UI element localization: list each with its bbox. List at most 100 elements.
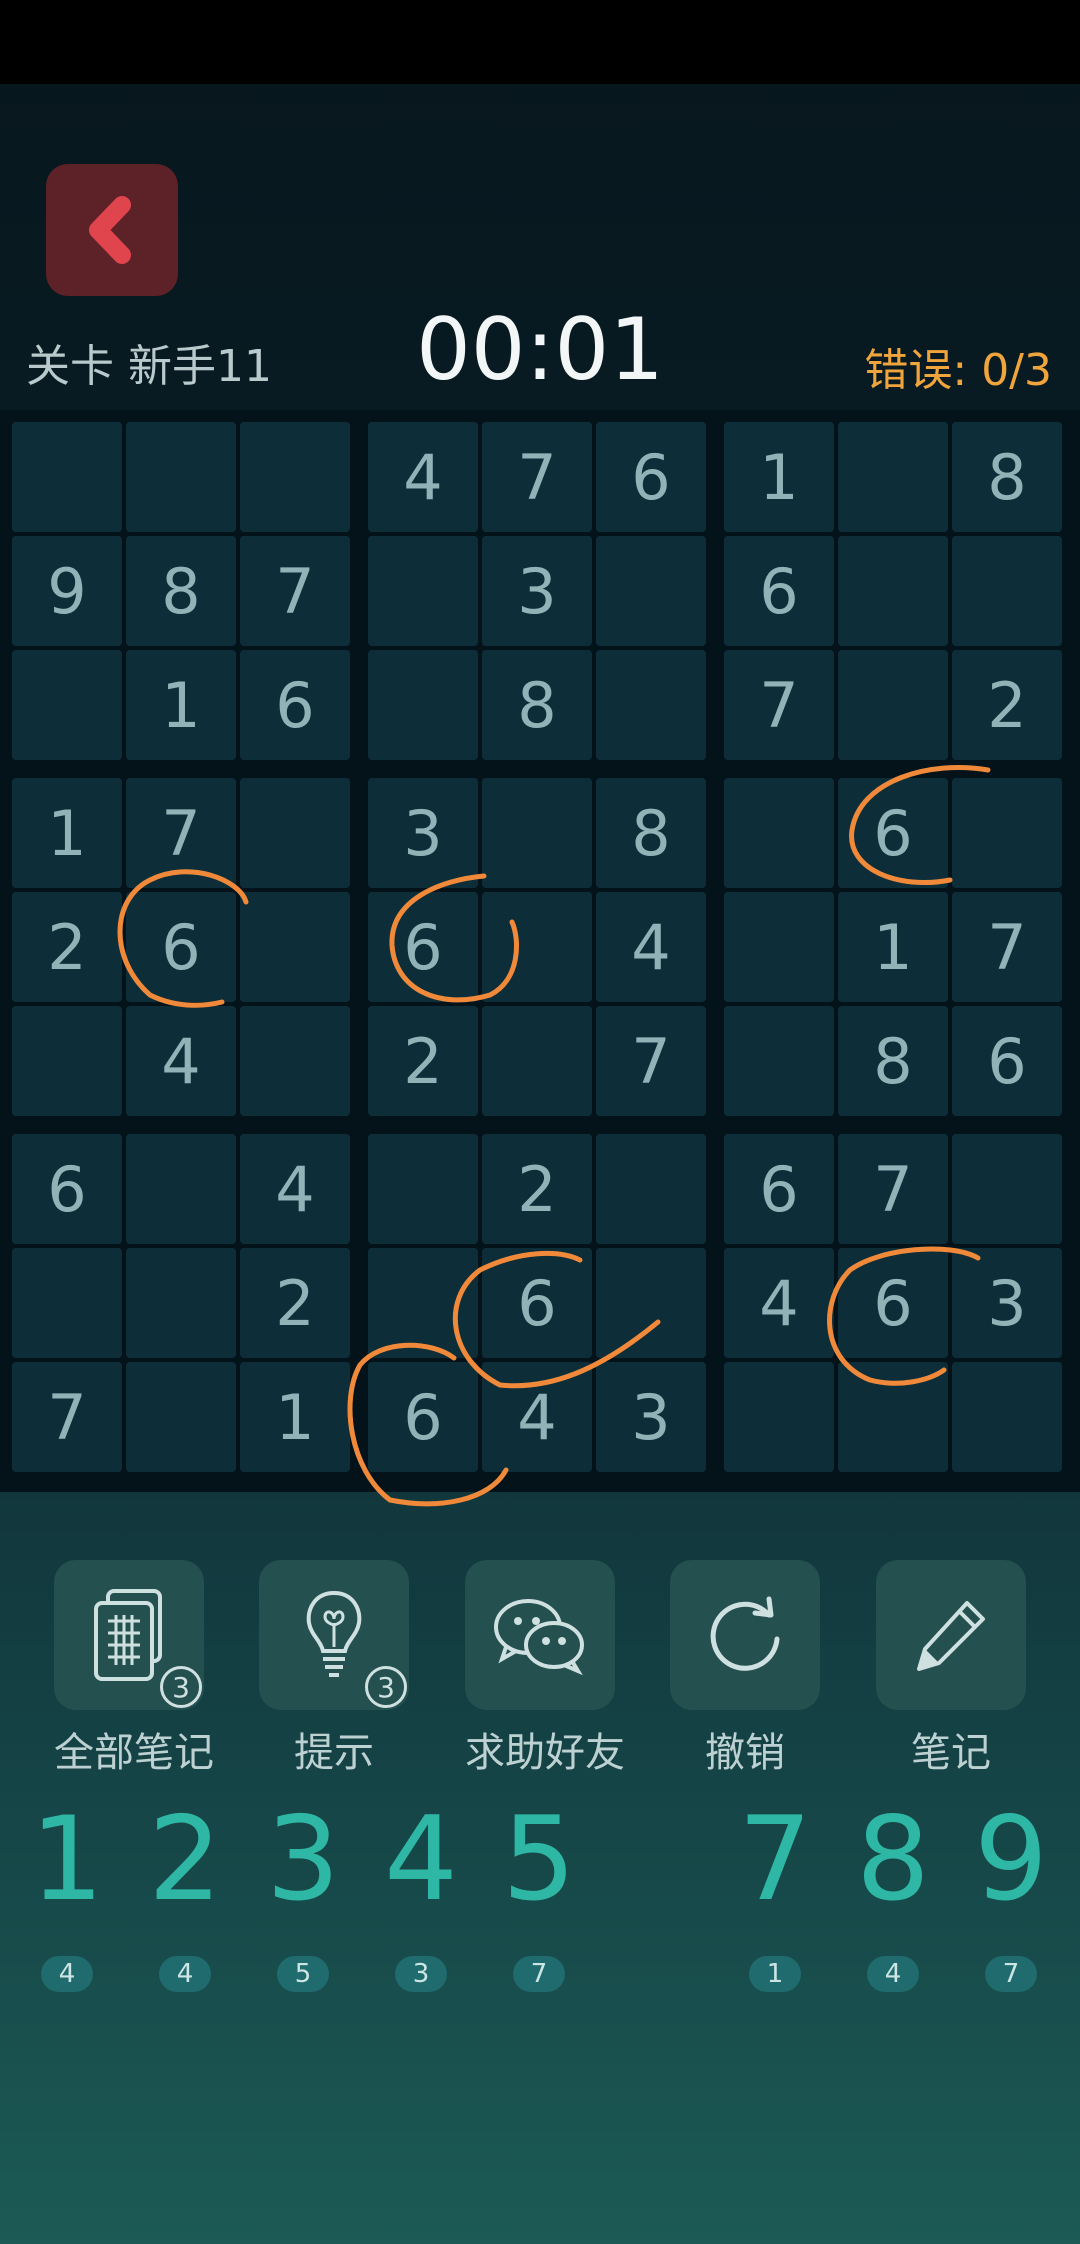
ask-friend-button[interactable]: 求助好友 [465,1560,625,1778]
board-cell-r3c1[interactable] [12,650,122,760]
board-cell-r5c5[interactable] [482,892,592,1002]
board-cell-r2c1[interactable]: 9 [12,536,122,646]
board-cell-r4c9[interactable] [952,778,1062,888]
board-cell-r8c5[interactable]: 6 [482,1248,592,1358]
number-key-9[interactable]: 9 7 [956,1800,1066,1992]
board-cell-r3c6[interactable] [596,650,706,760]
number-key-2[interactable]: 2 4 [130,1800,240,1992]
undo-button[interactable]: 撤销 [670,1560,820,1778]
board-cell-r1c8[interactable] [838,422,948,532]
board-cell-r7c1[interactable]: 6 [12,1134,122,1244]
board-cell-r9c6[interactable]: 3 [596,1362,706,1472]
board-cell-r6c9[interactable]: 6 [952,1006,1062,1116]
board-cell-r2c5[interactable]: 3 [482,536,592,646]
board-cell-r2c6[interactable] [596,536,706,646]
board-cell-r6c2[interactable]: 4 [126,1006,236,1116]
board-cell-r9c1[interactable]: 7 [12,1362,122,1472]
board-cell-r4c8[interactable]: 6 [838,778,948,888]
board-cell-r5c8[interactable]: 1 [838,892,948,1002]
board-cell-r5c1[interactable]: 2 [12,892,122,1002]
board-cell-r7c2[interactable] [126,1134,236,1244]
ask-friend-tile[interactable] [465,1560,615,1710]
board-cell-r3c8[interactable] [838,650,948,760]
board-cell-r4c1[interactable]: 1 [12,778,122,888]
note-button[interactable]: 笔记 [876,1560,1026,1778]
board-cell-r3c9[interactable]: 2 [952,650,1062,760]
number-key-7[interactable]: 7 1 [720,1800,830,1992]
board-cell-r1c4[interactable]: 4 [368,422,478,532]
board-cell-r8c9[interactable]: 3 [952,1248,1062,1358]
board-cell-r7c9[interactable] [952,1134,1062,1244]
board-cell-r8c6[interactable] [596,1248,706,1358]
board-cell-r4c3[interactable] [240,778,350,888]
number-key-5[interactable]: 5 7 [484,1800,594,1992]
board-cell-r9c4[interactable]: 6 [368,1362,478,1472]
board-cell-r5c7[interactable] [724,892,834,1002]
hint-button[interactable]: 3 提示 [259,1560,409,1778]
board-cell-r7c5[interactable]: 2 [482,1134,592,1244]
board-cell-r3c5[interactable]: 8 [482,650,592,760]
board-cell-r6c7[interactable] [724,1006,834,1116]
board-cell-r7c8[interactable]: 7 [838,1134,948,1244]
number-key-1[interactable]: 1 4 [12,1800,122,1992]
note-tile[interactable] [876,1560,1026,1710]
board-cell-r3c2[interactable]: 1 [126,650,236,760]
number-key-4[interactable]: 4 3 [366,1800,476,1992]
number-key-8[interactable]: 8 4 [838,1800,948,1992]
board-cell-r1c7[interactable]: 1 [724,422,834,532]
number-key-3[interactable]: 3 5 [248,1800,358,1992]
board-cell-r8c3[interactable]: 2 [240,1248,350,1358]
board-cell-r9c2[interactable] [126,1362,236,1472]
board-cell-r5c4[interactable]: 6 [368,892,478,1002]
board-cell-r6c4[interactable]: 2 [368,1006,478,1116]
hint-tile[interactable]: 3 [259,1560,409,1710]
board-cell-r2c8[interactable] [838,536,948,646]
board-cell-r6c6[interactable]: 7 [596,1006,706,1116]
board-cell-r1c6[interactable]: 6 [596,422,706,532]
board-cell-r2c3[interactable]: 7 [240,536,350,646]
board-cell-r4c4[interactable]: 3 [368,778,478,888]
board-cell-r2c4[interactable] [368,536,478,646]
board-cell-r1c9[interactable]: 8 [952,422,1062,532]
board-cell-r3c4[interactable] [368,650,478,760]
board-cell-r9c9[interactable] [952,1362,1062,1472]
all-notes-tile[interactable]: 3 [54,1560,204,1710]
board-cell-r6c3[interactable] [240,1006,350,1116]
board-cell-r2c2[interactable]: 8 [126,536,236,646]
board-cell-r7c4[interactable] [368,1134,478,1244]
board-cell-r4c7[interactable] [724,778,834,888]
board-cell-r3c3[interactable]: 6 [240,650,350,760]
board-cell-r1c3[interactable] [240,422,350,532]
board-cell-r9c8[interactable] [838,1362,948,1472]
board-cell-r6c8[interactable]: 8 [838,1006,948,1116]
board-cell-r8c1[interactable] [12,1248,122,1358]
board-cell-r4c2[interactable]: 7 [126,778,236,888]
board-cell-r7c6[interactable] [596,1134,706,1244]
board-cell-r1c5[interactable]: 7 [482,422,592,532]
board-cell-r4c5[interactable] [482,778,592,888]
board-cell-r5c6[interactable]: 4 [596,892,706,1002]
board-cell-r3c7[interactable]: 7 [724,650,834,760]
board-cell-r9c3[interactable]: 1 [240,1362,350,1472]
board-cell-r2c7[interactable]: 6 [724,536,834,646]
board-cell-r5c2[interactable]: 6 [126,892,236,1002]
board-cell-r6c1[interactable] [12,1006,122,1116]
board-cell-r1c2[interactable] [126,422,236,532]
board-cell-r7c3[interactable]: 4 [240,1134,350,1244]
board-cell-r9c5[interactable]: 4 [482,1362,592,1472]
board-cell-r8c8[interactable]: 6 [838,1248,948,1358]
back-button[interactable] [46,164,178,296]
all-notes-button[interactable]: 3 全部笔记 [54,1560,214,1778]
board-cell-r7c7[interactable]: 6 [724,1134,834,1244]
board-cell-r9c7[interactable] [724,1362,834,1472]
board-cell-r5c9[interactable]: 7 [952,892,1062,1002]
board-cell-r8c7[interactable]: 4 [724,1248,834,1358]
board-cell-r2c9[interactable] [952,536,1062,646]
board-cell-r8c4[interactable] [368,1248,478,1358]
board-cell-r5c3[interactable] [240,892,350,1002]
board-cell-r1c1[interactable] [12,422,122,532]
board-cell-r4c6[interactable]: 8 [596,778,706,888]
undo-tile[interactable] [670,1560,820,1710]
board-cell-r8c2[interactable] [126,1248,236,1358]
board-cell-r6c5[interactable] [482,1006,592,1116]
